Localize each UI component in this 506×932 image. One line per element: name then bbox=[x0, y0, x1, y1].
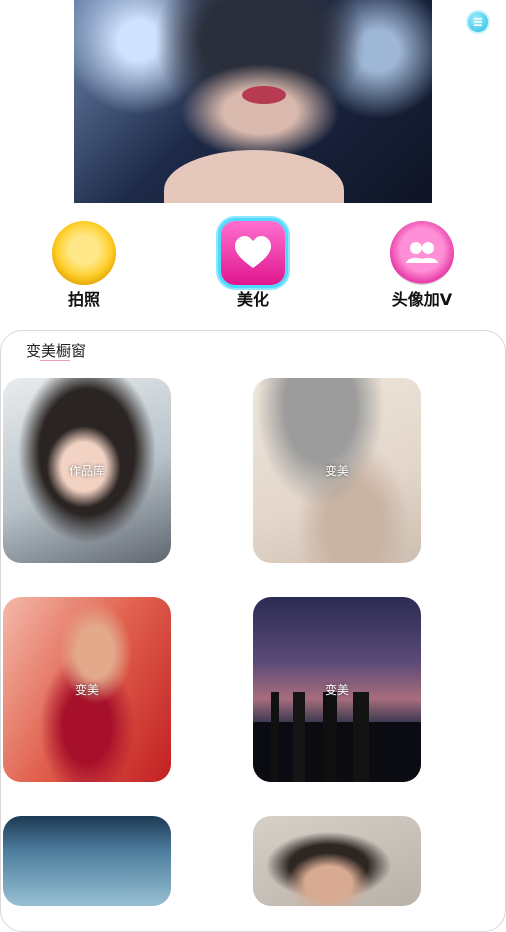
tile-caption: 变美 bbox=[74, 683, 99, 697]
camera-ball-icon bbox=[52, 221, 116, 285]
feature-photo-button[interactable]: 拍照 bbox=[29, 221, 139, 311]
showcase-tile-sky[interactable] bbox=[3, 816, 171, 906]
showcase-title-underline bbox=[40, 360, 70, 361]
feature-beautify-button[interactable]: 美化 bbox=[198, 221, 308, 311]
menu-lines-icon bbox=[474, 18, 482, 26]
showcase-tile-portrait[interactable] bbox=[253, 816, 421, 906]
tile-caption: 作品库 bbox=[68, 464, 105, 478]
avatar-v-icon bbox=[390, 221, 454, 285]
feature-photo-label: 拍照 bbox=[67, 290, 100, 309]
hero-figure-shoulders bbox=[164, 150, 344, 203]
tile-caption: 变美 bbox=[324, 683, 349, 697]
feature-avatar-v-label: 头像加V bbox=[391, 290, 453, 309]
hero-banner-image bbox=[74, 0, 432, 203]
showcase-title: 变美橱窗 bbox=[26, 342, 87, 360]
showcase-tile-beauty-2[interactable]: 变美 bbox=[3, 597, 171, 782]
hero-figure-lips bbox=[242, 86, 286, 104]
city-skyline-image bbox=[253, 692, 421, 782]
showcase-tile-beauty-3[interactable]: 变美 bbox=[253, 597, 421, 782]
feature-avatar-v-button[interactable]: 头像加V bbox=[367, 221, 477, 311]
heart-icon bbox=[221, 221, 285, 285]
showcase-tile-works[interactable]: 作品库 bbox=[3, 378, 171, 563]
feature-beautify-label: 美化 bbox=[236, 290, 269, 309]
menu-icon[interactable] bbox=[468, 12, 488, 32]
showcase-tile-beauty-1[interactable]: 变美 bbox=[253, 378, 421, 563]
tile-caption: 变美 bbox=[324, 464, 349, 478]
